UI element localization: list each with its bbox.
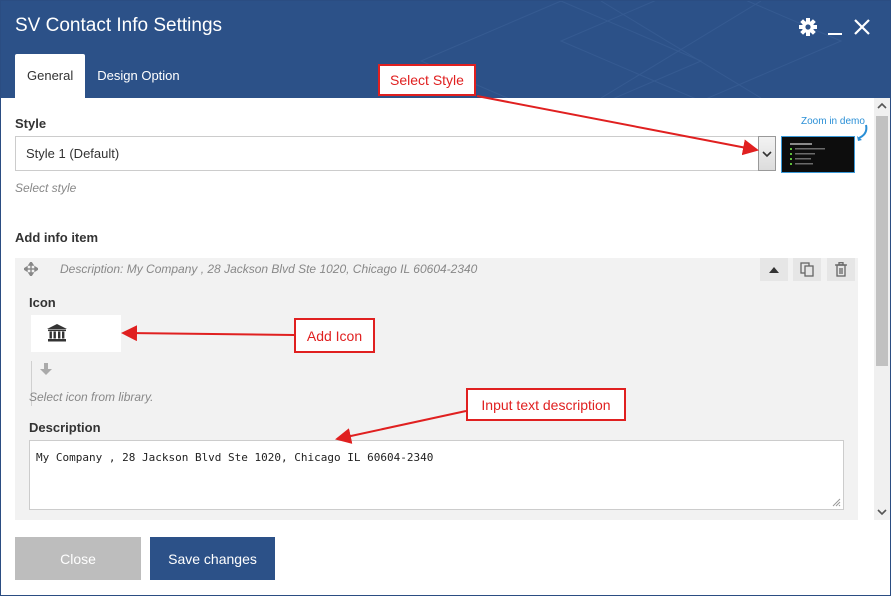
tab-general[interactable]: General — [15, 54, 86, 98]
gear-icon[interactable] — [798, 17, 818, 42]
callout-add-icon: Add Icon — [294, 318, 375, 353]
caret-up-icon[interactable] — [760, 258, 788, 281]
scroll-down-icon[interactable] — [877, 508, 887, 516]
curved-arrow-icon — [857, 124, 868, 141]
add-info-item-label: Add info item — [15, 230, 99, 245]
vertical-scrollbar[interactable] — [874, 98, 890, 520]
dialog-title: SV Contact Info Settings — [15, 15, 223, 36]
description-textarea[interactable]: My Company , 28 Jackson Blvd Ste 1020, C… — [29, 440, 844, 510]
save-changes-button[interactable]: Save changes — [150, 537, 275, 580]
resize-handle-icon[interactable] — [832, 498, 841, 507]
chevron-down-icon[interactable] — [758, 136, 776, 171]
tab-bar: General Design Option — [15, 54, 192, 98]
tab-design-option[interactable]: Design Option — [85, 54, 191, 98]
description-label: Description — [29, 420, 101, 435]
scroll-up-icon[interactable] — [877, 102, 887, 110]
icon-label: Icon — [29, 295, 56, 310]
description-text: My Company , 28 Jackson Blvd Ste 1020, C… — [36, 451, 434, 464]
settings-body: Style Zoom in demo Style 1 (Default) Sel… — [1, 98, 874, 520]
item-summary[interactable]: Description: My Company , 28 Jackson Blv… — [60, 262, 477, 276]
callout-input-description: Input text description — [466, 388, 626, 421]
style-select-value: Style 1 (Default) — [26, 146, 120, 161]
arrow-down-icon[interactable] — [39, 362, 53, 381]
scrollbar-thumb[interactable] — [876, 116, 888, 366]
dialog-footer: Close Save changes — [1, 520, 890, 595]
callout-select-style: Select Style — [378, 64, 476, 96]
style-select[interactable]: Style 1 (Default) — [15, 136, 776, 171]
close-icon[interactable] — [853, 17, 871, 42]
style-preview-thumbnail[interactable] — [781, 136, 855, 173]
style-hint: Select style — [15, 181, 77, 195]
close-button[interactable]: Close — [15, 537, 141, 580]
icon-hint: Select icon from library. — [29, 390, 154, 404]
settings-dialog: SV Contact Info Settings General Design … — [0, 0, 891, 596]
move-icon[interactable] — [22, 260, 40, 281]
style-label: Style — [15, 116, 47, 131]
selected-icon-box[interactable] — [31, 315, 121, 352]
minimize-icon[interactable] — [827, 17, 843, 42]
info-item-header: Description: My Company , 28 Jackson Blv… — [15, 258, 858, 281]
copy-icon[interactable] — [793, 258, 821, 281]
institution-icon — [47, 324, 67, 347]
trash-icon[interactable] — [827, 258, 855, 281]
